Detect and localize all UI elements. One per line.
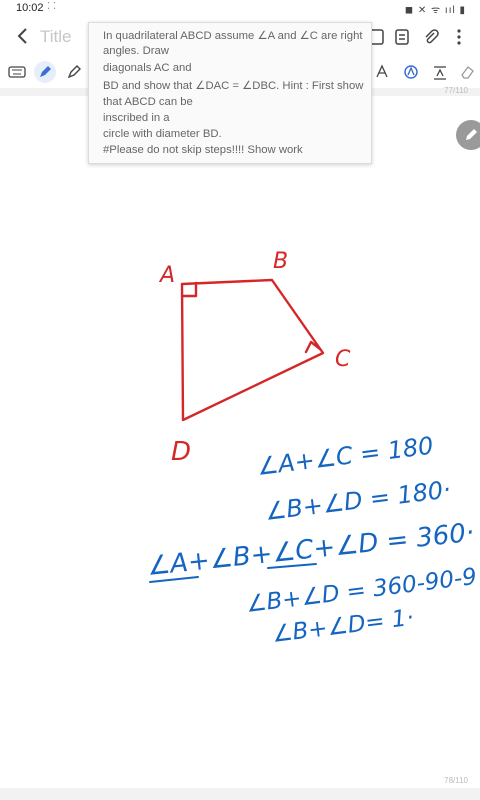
question-line: angles. Draw bbox=[103, 45, 169, 57]
attach-icon[interactable] bbox=[422, 28, 440, 46]
equation-4: ∠B+∠D = 360-90-9 bbox=[245, 564, 479, 618]
vertex-label-c: C bbox=[335, 347, 351, 372]
question-line: #Please do not skip steps!!!! Show work bbox=[103, 144, 303, 156]
page-number-bottom: 78/110 bbox=[444, 776, 468, 785]
eraser-icon[interactable] bbox=[456, 61, 478, 83]
equation-2: ∠B+∠D = 180· bbox=[263, 475, 452, 526]
equation-1: ∠A+∠C = 180 bbox=[255, 432, 435, 481]
question-line: inscribed in a bbox=[103, 112, 170, 124]
vertex-label-a: A bbox=[158, 263, 175, 288]
question-popup: In quadrilateral ABCD assume ∠A and ∠C a… bbox=[88, 22, 372, 164]
pen-icon[interactable] bbox=[34, 61, 56, 83]
status-time: 10:02 bbox=[16, 2, 44, 14]
text-style-icon[interactable] bbox=[372, 61, 394, 83]
question-line: that ABCD can be bbox=[103, 96, 193, 108]
convert-text-icon[interactable] bbox=[429, 61, 451, 83]
keyboard-icon[interactable] bbox=[6, 61, 28, 83]
page-number-top: 77/110 bbox=[444, 86, 468, 95]
back-arrow-icon[interactable] bbox=[12, 25, 34, 47]
question-line: BD and show that ∠DAC = ∠DBC. Hint : Fir… bbox=[103, 80, 364, 92]
page-separator-bottom bbox=[0, 788, 480, 800]
handwriting-canvas[interactable]: A B C D ∠A+∠C = 180 ∠B+∠D = 180· ∠A+∠B+∠… bbox=[0, 96, 480, 788]
highlighter-icon[interactable] bbox=[63, 61, 85, 83]
note-title[interactable]: Title bbox=[40, 27, 72, 47]
status-indicators: ◼ ✕ ᯤ ııl ▮ bbox=[404, 5, 466, 16]
edit-fab-button[interactable] bbox=[456, 120, 480, 150]
question-line: circle with diameter BD. bbox=[103, 128, 222, 140]
vertex-label-d: D bbox=[171, 437, 191, 467]
handwriting-to-text-icon[interactable] bbox=[400, 61, 422, 83]
status-bar: 10:02 ⁚ ⁚ ◼ ✕ ᯤ ııl ▮ bbox=[0, 0, 480, 18]
more-options-icon[interactable] bbox=[450, 28, 468, 46]
vertex-label-b: B bbox=[273, 249, 288, 274]
page-view-icon[interactable] bbox=[393, 28, 411, 46]
pencil-icon bbox=[466, 129, 477, 140]
question-line: diagonals AC and bbox=[103, 62, 192, 74]
question-line: In quadrilateral ABCD assume ∠A and ∠C a… bbox=[103, 30, 363, 42]
notification-dots-icon: ⁚ ⁚ bbox=[47, 1, 57, 12]
quadrilateral-drawing bbox=[180, 278, 325, 422]
